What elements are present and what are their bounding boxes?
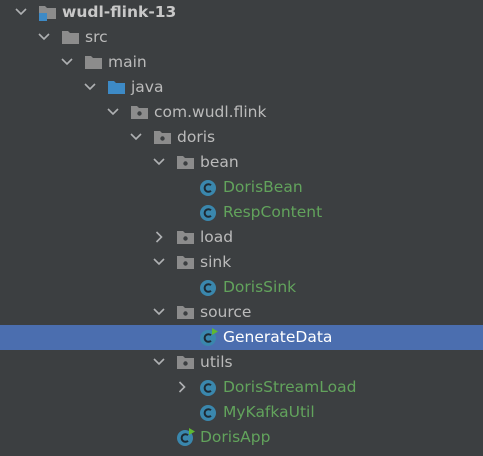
class-icon [198,202,220,222]
chevron-down-icon[interactable] [14,2,28,22]
tree-item-doris[interactable]: doris [0,125,483,150]
module-folder-icon [37,2,59,22]
tree-item-label: sink [200,253,232,271]
source-root-icon [106,77,128,97]
tree-item-dorisbean[interactable]: DorisBean [0,175,483,200]
class-icon [198,402,220,422]
tree-item-label: doris [177,128,216,146]
tree-item-label: main [108,53,147,71]
folder-icon [60,27,82,47]
tree-item-label: utils [200,353,233,371]
chevron-down-icon[interactable] [152,302,166,322]
class-icon [198,177,220,197]
project-tree: wudl-flink-13 src main java com.wudl.fli… [0,0,483,456]
package-icon [175,227,197,247]
tree-item-label: DorisApp [200,428,271,446]
tree-item-label: load [200,228,234,246]
chevron-down-icon[interactable] [37,27,51,47]
tree-item-label: java [131,78,164,96]
package-icon [129,102,151,122]
chevron-right-icon[interactable] [175,377,189,397]
tree-item-label: MyKafkaUtil [223,403,315,421]
runnable-class-icon [175,427,197,447]
tree-item-dorisapp[interactable]: DorisApp [0,425,483,450]
chevron-down-icon[interactable] [152,352,166,372]
package-icon [175,302,197,322]
tree-item-label: source [200,303,252,321]
chevron-right-icon[interactable] [152,227,166,247]
package-icon [175,252,197,272]
tree-item-label: GenerateData [223,328,333,346]
package-icon [152,127,174,147]
tree-item-main[interactable]: main [0,50,483,75]
tree-item-source[interactable]: source [0,300,483,325]
folder-icon [83,52,105,72]
tree-item-cut-off [0,450,483,456]
tree-item-label: RespContent [223,203,323,221]
class-icon [198,277,220,297]
chevron-down-icon[interactable] [152,152,166,172]
tree-item-respcontent[interactable]: RespContent [0,200,483,225]
tree-item-label: src [85,28,108,46]
package-icon [175,152,197,172]
class-icon [198,377,220,397]
chevron-down-icon[interactable] [83,77,97,97]
tree-item-src[interactable]: src [0,25,483,50]
tree-item-dorissink[interactable]: DorisSink [0,275,483,300]
tree-item-com-wudl-flink[interactable]: com.wudl.flink [0,100,483,125]
tree-item-generatedata[interactable]: GenerateData [0,325,483,350]
chevron-down-icon[interactable] [106,102,120,122]
chevron-down-icon[interactable] [152,252,166,272]
package-icon [175,352,197,372]
tree-item-bean[interactable]: bean [0,150,483,175]
tree-item-label: DorisBean [223,178,303,196]
tree-item-java[interactable]: java [0,75,483,100]
tree-item-dorisstreamload[interactable]: DorisStreamLoad [0,375,483,400]
tree-item-label: com.wudl.flink [154,103,267,121]
chevron-down-icon[interactable] [129,127,143,147]
tree-item-utils[interactable]: utils [0,350,483,375]
chevron-down-icon[interactable] [60,52,74,72]
tree-item-label: DorisStreamLoad [223,378,357,396]
tree-item-sink[interactable]: sink [0,250,483,275]
tree-item-label: bean [200,153,239,171]
tree-item-load[interactable]: load [0,225,483,250]
runnable-class-icon [198,327,220,347]
tree-item-wudl-flink-13[interactable]: wudl-flink-13 [0,0,483,25]
tree-item-label: DorisSink [223,278,297,296]
tree-item-label: wudl-flink-13 [62,3,177,21]
tree-item-mykafkautil[interactable]: MyKafkaUtil [0,400,483,425]
